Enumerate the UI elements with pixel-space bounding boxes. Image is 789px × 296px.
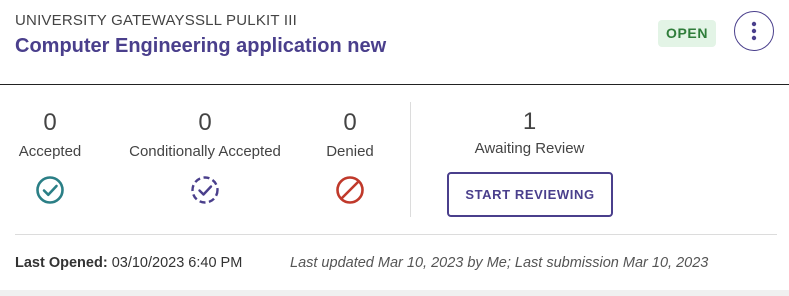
card-bottom-edge <box>0 290 789 296</box>
start-reviewing-button[interactable]: START REVIEWING <box>447 172 613 217</box>
card-footer: Last Opened: 03/10/2023 6:40 PM Last upd… <box>15 255 708 271</box>
last-opened-label: Last Opened: <box>15 255 108 271</box>
accepted-count: 0 <box>43 109 57 136</box>
denied-count: 0 <box>343 109 357 136</box>
stat-conditionally-accepted: 0 Conditionally Accepted <box>120 108 290 205</box>
footer-divider <box>15 234 777 235</box>
conditionally-accepted-label: Conditionally Accepted <box>129 143 281 160</box>
stat-denied: 0 Denied <box>320 108 380 205</box>
denied-label: Denied <box>326 143 374 160</box>
status-badge: OPEN <box>658 20 717 47</box>
stat-awaiting-review: 1 Awaiting Review <box>411 108 648 158</box>
conditionally-accepted-count: 0 <box>198 109 212 136</box>
header-divider <box>0 84 789 85</box>
more-options-button[interactable] <box>734 11 774 51</box>
accepted-label: Accepted <box>18 143 82 160</box>
organization-name: UNIVERSITY GATEWAYSSLL PULKIT III <box>15 12 297 29</box>
awaiting-review-count: 1 <box>522 108 537 135</box>
more-vertical-icon <box>751 21 757 41</box>
awaiting-review-label: Awaiting Review <box>474 140 585 157</box>
block-icon <box>336 176 364 204</box>
application-card: UNIVERSITY GATEWAYSSLL PULKIT III Comput… <box>0 0 789 296</box>
application-title[interactable]: Computer Engineering application new <box>15 35 386 58</box>
last-opened-value: 03/10/2023 6:40 PM <box>111 255 243 271</box>
check-circle-dashed-icon <box>191 176 219 204</box>
last-updated-text: Last updated Mar 10, 2023 by Me; Last su… <box>290 255 709 271</box>
card-header: UNIVERSITY GATEWAYSSLL PULKIT III Comput… <box>0 0 789 84</box>
stat-accepted: 0 Accepted <box>15 108 85 205</box>
check-circle-icon <box>36 176 64 204</box>
